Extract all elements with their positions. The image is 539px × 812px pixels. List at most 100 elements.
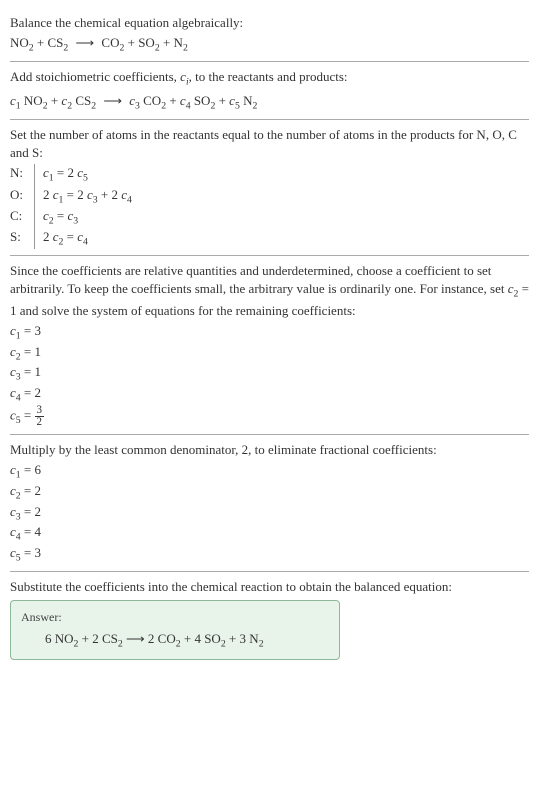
- p2s: 2: [210, 100, 215, 111]
- plus: +: [37, 35, 48, 50]
- atom-row-n: N: c1 = 2 c5: [10, 164, 529, 185]
- product-1: CO: [101, 35, 119, 50]
- eq-text: =: [63, 229, 77, 244]
- coef: 6: [45, 631, 55, 646]
- plus: +: [51, 93, 62, 108]
- coef-row: c3 = 1: [10, 363, 529, 384]
- atom-label-o: O:: [10, 186, 34, 207]
- arrow-icon: ⟶: [123, 631, 148, 646]
- plus: +: [128, 35, 139, 50]
- section-stoich: Add stoichiometric coefficients, ci, to …: [10, 62, 529, 118]
- multiply-title: Multiply by the least common denominator…: [10, 441, 529, 459]
- p2: SO: [191, 93, 211, 108]
- coef-sub: 5: [83, 173, 88, 184]
- p1: CO: [140, 93, 161, 108]
- solve-text-a: Since the coefficients are relative quan…: [10, 263, 508, 296]
- coef-row: c2 = 2: [10, 482, 529, 503]
- product-2: SO: [138, 35, 155, 50]
- plus: +: [226, 631, 240, 646]
- r1: NO: [21, 93, 43, 108]
- stoich-title-b: , to the reactants and products:: [189, 69, 348, 84]
- coef-row: c5 = 32: [10, 405, 529, 428]
- unbalanced-equation: NO2 + CS2 ⟶ CO2 + SO2 + N2: [10, 34, 529, 55]
- atom-eq-o: 2 c1 = 2 c3 + 2 c4: [34, 186, 132, 207]
- coef-equation: c1 NO2 + c2 CS2 ⟶ c3 CO2 + c4 SO2 + c5 N…: [10, 92, 529, 113]
- plus: +: [181, 631, 195, 646]
- reactant-1: NO: [10, 35, 29, 50]
- product-3-sub: 2: [183, 43, 188, 54]
- eq-text: =: [54, 208, 68, 223]
- coef: 2: [92, 631, 102, 646]
- r1s: 2: [43, 100, 48, 111]
- reactant-2-sub: 2: [63, 43, 68, 54]
- coef: 2: [148, 631, 158, 646]
- coef-sub: 4: [127, 194, 132, 205]
- coef-list-initial: c1 = 3 c2 = 1 c3 = 1 c4 = 2 c5 = 32: [10, 322, 529, 428]
- eq-text: = 2: [54, 165, 78, 180]
- pre: 2: [43, 187, 53, 202]
- atoms-title: Set the number of atoms in the reactants…: [10, 126, 529, 162]
- atom-label-s: S:: [10, 228, 34, 249]
- product-2-sub: 2: [155, 43, 160, 54]
- coef-row: c5 = 3: [10, 544, 529, 565]
- p3: N: [240, 93, 253, 108]
- coef-val: = 4: [21, 524, 41, 539]
- atom-row-c: C: c2 = c3: [10, 207, 529, 228]
- coef-row: c1 = 6: [10, 461, 529, 482]
- section-answer: Substitute the coefficients into the che…: [10, 572, 529, 666]
- coef-val: = 2: [21, 385, 41, 400]
- pre: 2: [43, 229, 53, 244]
- balanced-equation: 6 NO2 + 2 CS2 ⟶ 2 CO2 + 4 SO2 + 3 N2: [21, 630, 329, 651]
- atom-eq-c: c2 = c3: [34, 207, 78, 228]
- species: N: [249, 631, 258, 646]
- coef-val: = 2: [21, 504, 41, 519]
- species: SO: [204, 631, 221, 646]
- coef-val: = 1: [21, 344, 41, 359]
- eq-text: = 2: [63, 187, 87, 202]
- coef-val: = 2: [21, 483, 41, 498]
- solve-text: Since the coefficients are relative quan…: [10, 262, 529, 320]
- coef: 3: [240, 631, 250, 646]
- atom-balance-table: N: c1 = 2 c5 O: 2 c1 = 2 c3 + 2 c4 C: c2…: [10, 164, 529, 249]
- coef-row: c1 = 3: [10, 322, 529, 343]
- coef-sub: 3: [73, 215, 78, 226]
- plus: +: [219, 93, 230, 108]
- arrow-icon: ⟶: [99, 93, 126, 108]
- atom-row-s: S: 2 c2 = c4: [10, 228, 529, 249]
- fraction: 32: [35, 405, 45, 428]
- r2s: 2: [91, 100, 96, 111]
- coef-list-final: c1 = 6 c2 = 2 c3 = 2 c4 = 4 c5 = 3: [10, 461, 529, 565]
- section-multiply: Multiply by the least common denominator…: [10, 435, 529, 571]
- coef: 4: [194, 631, 204, 646]
- atom-label-c: C:: [10, 207, 34, 228]
- plus: +: [78, 631, 92, 646]
- plus: +: [163, 35, 174, 50]
- atom-label-n: N:: [10, 164, 34, 185]
- coef-row: c2 = 1: [10, 343, 529, 364]
- r2: CS: [72, 93, 91, 108]
- product-1-sub: 2: [119, 43, 124, 54]
- stoich-title-a: Add stoichiometric coefficients,: [10, 69, 180, 84]
- atom-eq-s: 2 c2 = c4: [34, 228, 88, 249]
- p3s: 2: [252, 100, 257, 111]
- answer-box: Answer: 6 NO2 + 2 CS2 ⟶ 2 CO2 + 4 SO2 + …: [10, 600, 340, 660]
- solve-text-b: and solve the system of equations for th…: [17, 303, 356, 318]
- plus: + 2: [98, 187, 122, 202]
- species: CS: [102, 631, 118, 646]
- coef-val: = 6: [21, 462, 41, 477]
- atom-row-o: O: 2 c1 = 2 c3 + 2 c4: [10, 186, 529, 207]
- species: NO: [55, 631, 74, 646]
- stoich-title: Add stoichiometric coefficients, ci, to …: [10, 68, 529, 89]
- coef-val: = 3: [21, 323, 41, 338]
- p1s: 2: [161, 100, 166, 111]
- arrow-icon: ⟶: [72, 35, 99, 50]
- section-problem: Balance the chemical equation algebraica…: [10, 8, 529, 61]
- species: CO: [158, 631, 176, 646]
- coef-row: c3 = 2: [10, 503, 529, 524]
- atom-eq-n: c1 = 2 c5: [34, 164, 88, 185]
- coef-val: =: [21, 407, 35, 422]
- coef-val: = 1: [21, 364, 41, 379]
- plus: +: [169, 93, 180, 108]
- substitute-title: Substitute the coefficients into the che…: [10, 578, 529, 596]
- answer-label: Answer:: [21, 609, 329, 626]
